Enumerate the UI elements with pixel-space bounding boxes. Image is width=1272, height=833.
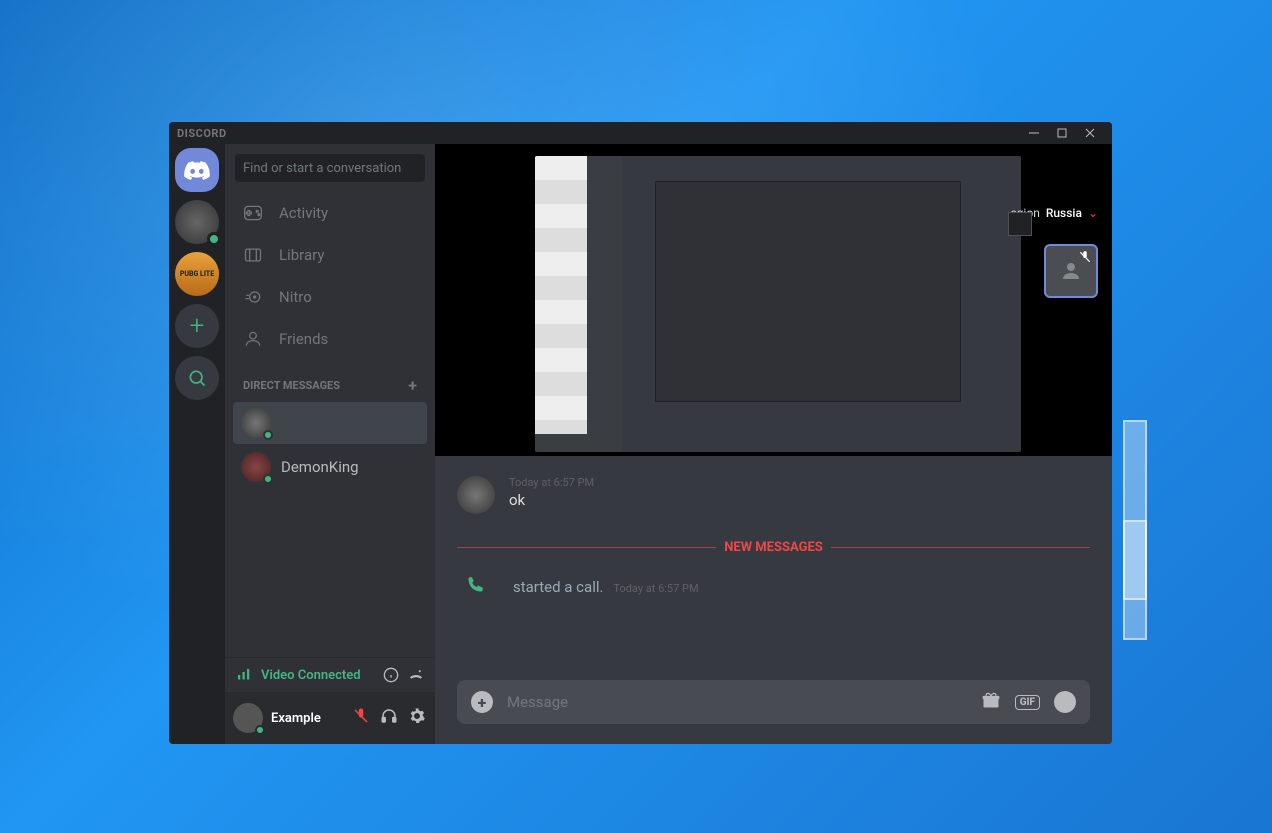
self-camera[interactable] xyxy=(1044,244,1098,298)
divider-label: NEW MESSAGES xyxy=(724,540,823,555)
search-placeholder: Find or start a conversation xyxy=(243,161,401,176)
nav-label: Friends xyxy=(279,330,328,348)
dm-header: DIRECT MESSAGES + xyxy=(225,360,435,401)
friends-icon xyxy=(243,329,263,349)
user-avatar[interactable] xyxy=(233,703,263,733)
nitro-icon xyxy=(243,287,263,307)
search-icon xyxy=(187,368,207,388)
create-dm-button[interactable]: + xyxy=(408,376,417,395)
nav-library[interactable]: Library xyxy=(225,234,435,276)
channel-sidebar: Find or start a conversation Activity Li… xyxy=(225,144,435,744)
region-value: Russia xyxy=(1046,206,1082,220)
settings-button[interactable] xyxy=(407,707,427,729)
explore-servers-button[interactable] xyxy=(175,356,219,400)
server-list: PUBG LITE + xyxy=(169,144,225,744)
avatar xyxy=(241,452,271,482)
mute-button[interactable] xyxy=(351,707,371,729)
maximize-button[interactable] xyxy=(1048,122,1076,144)
discord-window: DISCORD PUBG LITE + xyxy=(169,122,1112,744)
deafen-button[interactable] xyxy=(379,707,399,729)
voice-status: Video Connected xyxy=(261,668,375,683)
system-text: started a call. xyxy=(513,578,603,596)
server-item[interactable] xyxy=(175,200,219,244)
titlebar: DISCORD xyxy=(169,122,1112,144)
new-messages-divider: NEW MESSAGES xyxy=(457,540,1090,555)
dm-item[interactable] xyxy=(233,402,427,444)
message: Today at 6:57 PM ok xyxy=(457,468,1090,534)
library-icon xyxy=(243,245,263,265)
nav-label: Library xyxy=(279,246,324,264)
nav-activity[interactable]: Activity xyxy=(225,192,435,234)
chevron-down-icon: ⌄ xyxy=(1088,206,1098,220)
minimize-button[interactable] xyxy=(1020,122,1048,144)
message-input[interactable] xyxy=(507,693,967,711)
message-text: ok xyxy=(509,491,1090,509)
pubg-icon: PUBG LITE xyxy=(175,252,219,296)
server-item-pubg[interactable]: PUBG LITE xyxy=(175,252,219,296)
pip-thumbnail[interactable] xyxy=(1008,212,1032,236)
system-message: started a call. Today at 6:57 PM xyxy=(457,569,1090,615)
nav-friends[interactable]: Friends xyxy=(225,318,435,360)
gamepad-icon xyxy=(243,203,263,223)
avatar[interactable] xyxy=(457,476,495,514)
dm-name: DemonKing xyxy=(281,458,359,476)
emoji-button[interactable]: ☺ xyxy=(1054,691,1076,713)
gift-button[interactable] xyxy=(981,690,1001,714)
dm-item[interactable]: DemonKing xyxy=(233,446,427,488)
desktop-decoration xyxy=(1123,520,1147,640)
system-timestamp: Today at 6:57 PM xyxy=(613,582,698,595)
voice-panel: Video Connected xyxy=(225,657,435,692)
quick-switcher[interactable]: Find or start a conversation xyxy=(235,154,425,182)
add-server-button[interactable]: + xyxy=(175,304,219,348)
disconnect-icon[interactable] xyxy=(407,666,425,684)
info-icon[interactable] xyxy=(383,667,399,683)
attach-button[interactable]: + xyxy=(471,691,493,713)
message-timestamp: Today at 6:57 PM xyxy=(509,476,594,489)
user-panel: Example xyxy=(225,692,435,744)
app-title: DISCORD xyxy=(177,127,227,140)
gif-button[interactable]: GIF xyxy=(1015,695,1040,710)
home-button[interactable] xyxy=(175,148,219,192)
screenshare-preview[interactable] xyxy=(535,156,1021,452)
nav-label: Activity xyxy=(279,204,328,222)
video-call-stage: egion Russia ⌄ xyxy=(435,144,1112,456)
mic-muted-icon xyxy=(1078,250,1092,264)
plus-icon: + xyxy=(190,311,205,341)
username: Example xyxy=(271,711,343,726)
avatar xyxy=(241,408,271,438)
dm-header-label: DIRECT MESSAGES xyxy=(243,379,340,392)
message-composer: + GIF ☺ xyxy=(457,680,1090,724)
nav-nitro[interactable]: Nitro xyxy=(225,276,435,318)
main-content: @ Search @ egion Russia xyxy=(435,144,1112,744)
phone-icon xyxy=(457,575,495,597)
close-button[interactable] xyxy=(1076,122,1104,144)
signal-icon xyxy=(235,666,253,684)
nav-label: Nitro xyxy=(279,288,312,306)
message-list: Today at 6:57 PM ok NEW MESSAGES sta xyxy=(435,456,1112,680)
